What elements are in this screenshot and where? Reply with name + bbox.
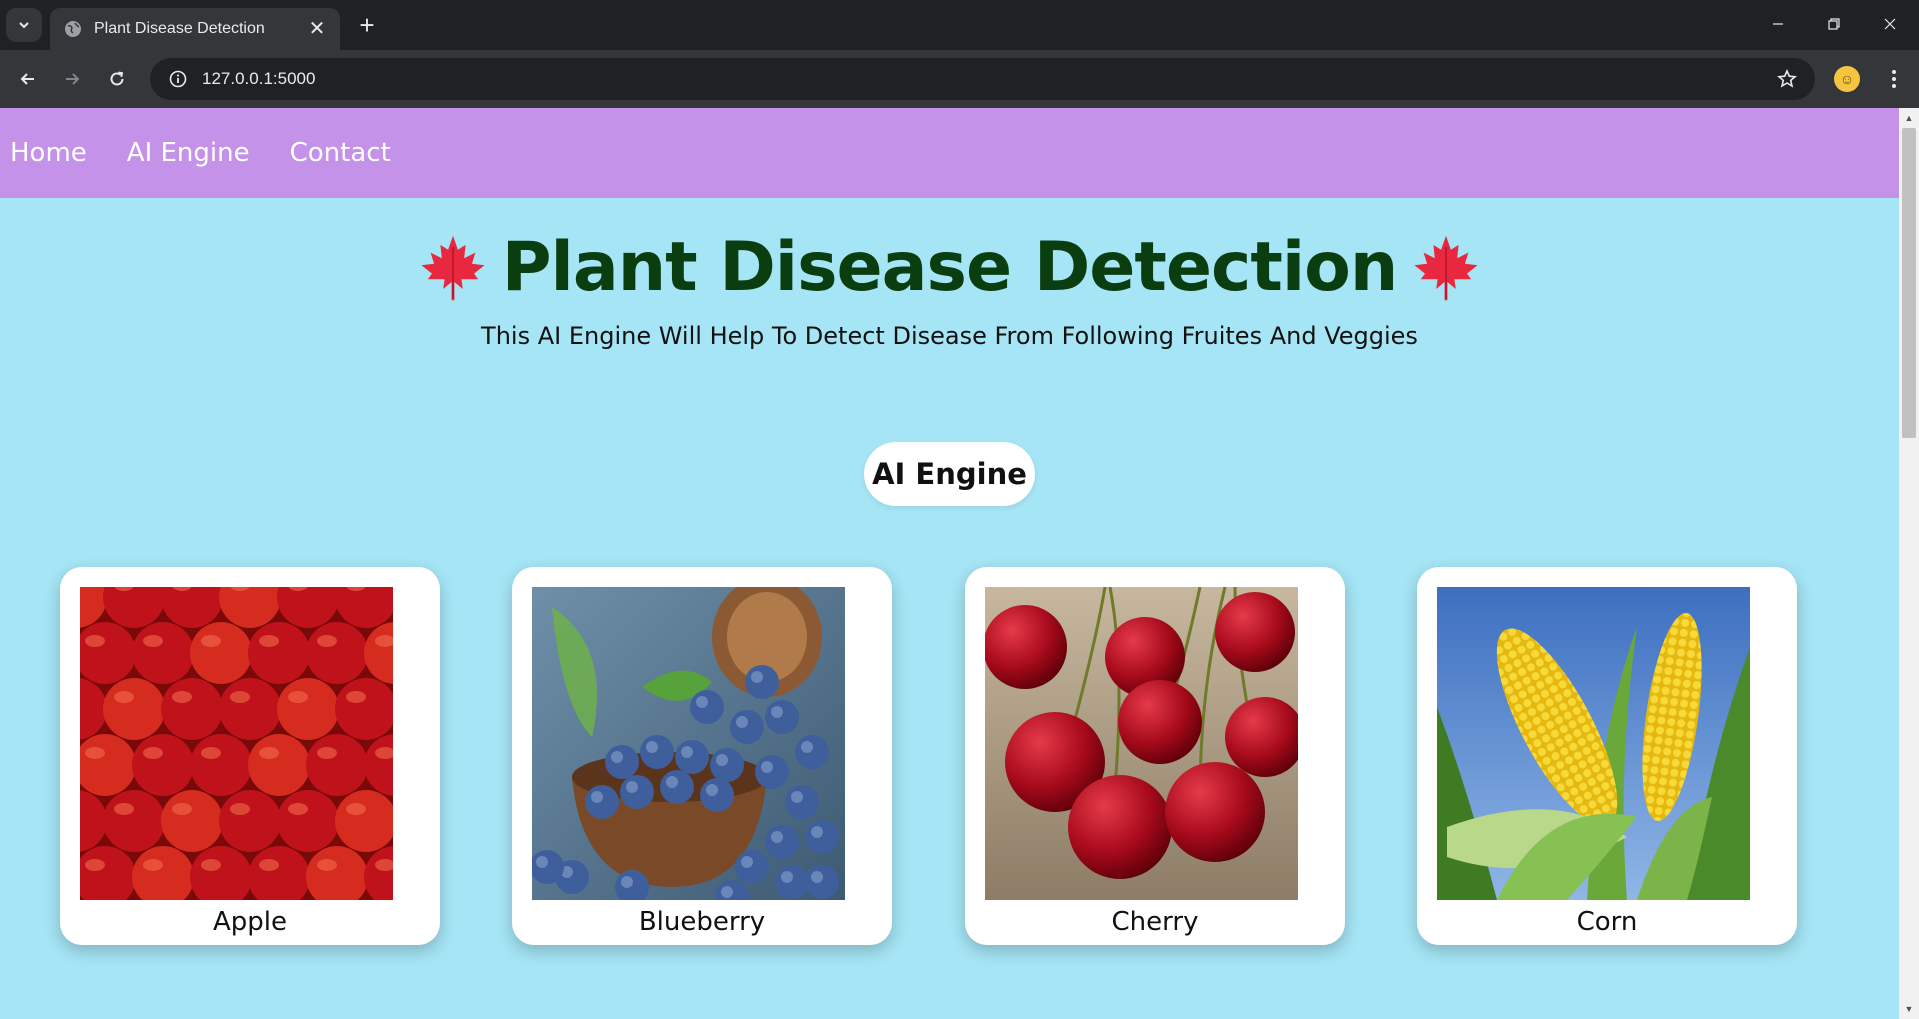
blueberry-image xyxy=(532,587,845,900)
crop-card-label: Apple xyxy=(212,907,287,937)
page-scrollbar[interactable]: ▲ ▼ xyxy=(1899,108,1919,1019)
minimize-button[interactable] xyxy=(1752,6,1804,42)
browser-toolbar: 127.0.0.1:5000 ☺ xyxy=(0,50,1919,108)
maple-leaf-icon xyxy=(421,235,485,300)
chevron-down-icon xyxy=(19,22,29,29)
minimize-icon xyxy=(1773,23,1783,25)
restore-icon xyxy=(1828,18,1840,30)
restore-button[interactable] xyxy=(1808,6,1860,42)
crop-card-apple[interactable]: Apple xyxy=(60,567,440,945)
ai-engine-button[interactable]: AI Engine xyxy=(864,442,1035,506)
browser-menu-icon[interactable] xyxy=(1880,63,1908,95)
cherry-image xyxy=(985,587,1298,900)
nav-link-ai-engine[interactable]: AI Engine xyxy=(127,138,250,168)
page-viewport: Home AI Engine Contact Plant Disease Det… xyxy=(0,108,1919,1019)
forward-button[interactable] xyxy=(56,63,88,95)
maple-leaf-icon xyxy=(1414,235,1478,300)
profile-avatar[interactable]: ☺ xyxy=(1834,66,1860,92)
back-button[interactable] xyxy=(12,63,44,95)
arrow-left-icon xyxy=(20,73,34,85)
page-title-text: Plant Disease Detection xyxy=(501,228,1399,307)
bookmark-star-icon[interactable] xyxy=(1765,58,1809,100)
crop-card-cherry[interactable]: Cherry xyxy=(965,567,1345,945)
tab-search-button[interactable] xyxy=(6,8,42,42)
scrollbar-thumb[interactable] xyxy=(1902,128,1916,438)
tab-title: Plant Disease Detection xyxy=(94,20,265,37)
browser-tab[interactable]: Plant Disease Detection ✕ xyxy=(50,8,340,50)
browser-tabstrip: Plant Disease Detection ✕ + xyxy=(0,0,1919,50)
new-tab-button[interactable]: + xyxy=(352,10,382,40)
nav-link-contact[interactable]: Contact xyxy=(290,138,391,168)
reload-icon xyxy=(110,71,124,86)
crop-card-label: Blueberry xyxy=(638,907,766,937)
globe-icon xyxy=(65,21,81,37)
close-window-button[interactable] xyxy=(1864,6,1916,42)
hero-section: Plant Disease Detection This AI Engine W… xyxy=(0,228,1899,350)
crop-card-label: Corn xyxy=(1576,907,1638,937)
crop-card-corn[interactable]: Corn xyxy=(1417,567,1797,945)
site-info-icon[interactable] xyxy=(156,58,200,100)
reload-button[interactable] xyxy=(101,63,133,95)
site-navbar: Home AI Engine Contact xyxy=(0,108,1899,198)
url-text: 127.0.0.1:5000 xyxy=(202,69,316,88)
page-subtitle: This AI Engine Will Help To Detect Disea… xyxy=(481,321,1418,350)
page-title: Plant Disease Detection xyxy=(418,228,1482,307)
apple-image xyxy=(80,587,393,900)
nav-link-home[interactable]: Home xyxy=(10,138,87,168)
corn-image xyxy=(1437,587,1750,900)
scroll-down-arrow-icon[interactable]: ▼ xyxy=(1899,1001,1919,1017)
close-tab-icon[interactable]: ✕ xyxy=(306,18,328,40)
crop-card-label: Cherry xyxy=(1111,907,1199,937)
address-bar[interactable]: 127.0.0.1:5000 xyxy=(150,58,1815,100)
arrow-right-icon xyxy=(66,73,80,85)
close-icon xyxy=(1884,18,1896,30)
crop-card-blueberry[interactable]: Blueberry xyxy=(512,567,892,945)
scroll-up-arrow-icon[interactable]: ▲ xyxy=(1899,110,1919,126)
